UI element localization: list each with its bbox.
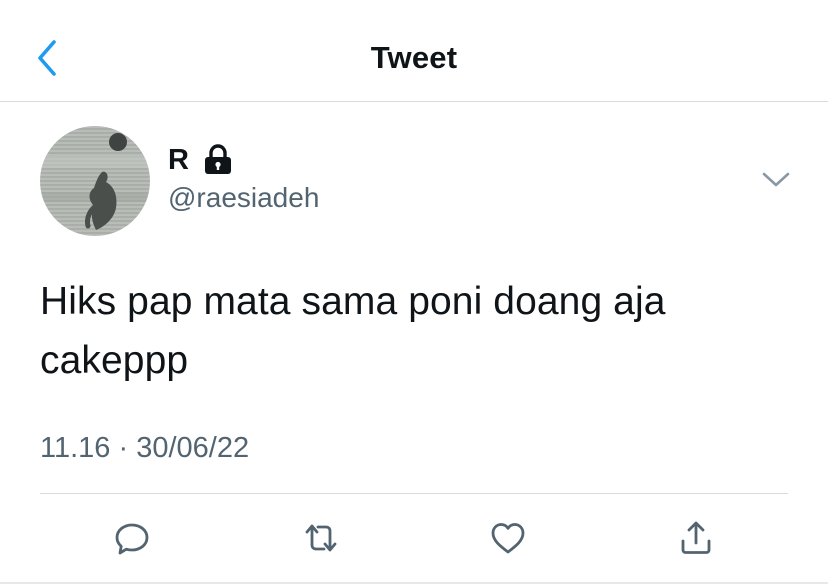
- page-title: Tweet: [370, 40, 458, 75]
- display-name-row[interactable]: R: [168, 142, 233, 178]
- retweet-icon: [305, 524, 337, 552]
- tweet-timestamp[interactable]: 11.16 · 30/06/22: [40, 432, 249, 465]
- avatar[interactable]: [40, 126, 150, 236]
- tweet-date: 30/06/22: [136, 432, 250, 464]
- tweet-detail-screen: Tweet R @raesiadeh Hiks pap mata sama po…: [0, 0, 828, 584]
- retweet-button[interactable]: [299, 516, 343, 560]
- more-options-button[interactable]: [758, 166, 794, 192]
- comment-icon: [115, 523, 149, 555]
- timestamp-separator: ·: [118, 432, 129, 464]
- top-nav-bar: Tweet: [0, 0, 828, 102]
- avatar-image: [40, 126, 150, 236]
- chevron-down-icon: [762, 172, 790, 187]
- tweet-time: 11.16: [40, 432, 111, 464]
- user-handle[interactable]: @raesiadeh: [168, 182, 319, 214]
- tweet-text: Hiks pap mata sama poni doang aja cakepp…: [40, 280, 666, 382]
- like-button[interactable]: [486, 516, 530, 560]
- heart-icon: [491, 523, 525, 554]
- reply-button[interactable]: [110, 516, 154, 560]
- divider: [40, 493, 788, 494]
- lock-icon: [204, 144, 231, 174]
- share-icon: [681, 521, 711, 554]
- share-button[interactable]: [674, 516, 718, 560]
- display-name: R: [168, 143, 189, 176]
